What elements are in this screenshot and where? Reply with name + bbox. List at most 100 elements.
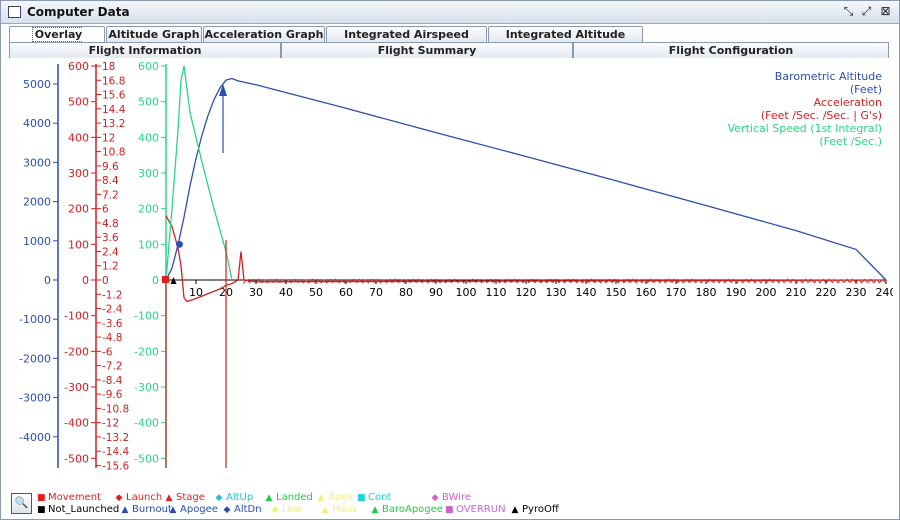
g-tick-label: 9.6 — [102, 161, 119, 173]
minimize-icon[interactable]: ⤡ — [841, 4, 856, 19]
legend-marker-icon: ■ — [357, 493, 366, 503]
g-tick-label: -3.6 — [102, 318, 123, 330]
legend-label: Apex — [328, 492, 354, 503]
tab-integrated-airspeed-graph[interactable]: Integrated Airspeed Graph — [326, 26, 487, 56]
x-tick-label: 160 — [636, 286, 657, 299]
tab-overlay-graph[interactable]: Overlay Graph — [9, 26, 105, 57]
legend-item-apogee: ▲ Apogee — [169, 504, 218, 515]
altitude-tick-label: 3000 — [23, 156, 51, 169]
g-tick-label: -1.2 — [102, 289, 123, 301]
window-icon — [8, 6, 21, 18]
legend-item-stage: ▲ Stage — [165, 492, 205, 503]
subtab-flight-configuration[interactable]: Flight Configuration — [573, 42, 889, 59]
vertical-speed-tick-label: -300 — [134, 381, 159, 394]
tab-label: Acceleration Graph — [204, 28, 324, 41]
legend-marker-icon: ■ — [37, 493, 46, 503]
velocity-tick-label: -100 — [64, 310, 89, 323]
legend-label: Movement — [48, 492, 101, 503]
g-tick-label: 8.4 — [102, 175, 119, 187]
legend-marker-icon: ▲ — [265, 493, 273, 503]
legend-label: Main — [332, 504, 356, 515]
g-tick-label: -6 — [102, 346, 113, 358]
legend-vertical-speed-name: Vertical Speed (1st Integral) — [728, 122, 882, 135]
velocity-tick-label: 400 — [68, 131, 89, 144]
g-tick-label: 13.2 — [102, 118, 125, 130]
close-icon[interactable]: ⊠ — [878, 4, 893, 19]
launch-marker-icon — [162, 276, 169, 283]
g-tick-label: 16.8 — [102, 75, 125, 87]
x-tick-label: 120 — [516, 286, 537, 299]
vertical-speed-tick-label: 200 — [138, 203, 159, 216]
x-tick-label: 140 — [576, 286, 597, 299]
legend-acceleration-name: Acceleration — [814, 96, 882, 109]
legend-vertical-speed-unit: (Feet /Sec.) — [819, 135, 882, 148]
legend-marker-icon: ■ — [37, 505, 46, 515]
g-tick-label: 15.6 — [102, 90, 126, 102]
g-tick-label: -9.6 — [102, 389, 123, 401]
legend-altitude-unit: (Feet) — [850, 83, 882, 96]
legend-label: Launch — [126, 492, 163, 503]
legend-label: Burnout — [132, 504, 172, 515]
vertical-speed-tick-label: 600 — [138, 60, 159, 73]
series-line-vertical-speed-1st-integral- — [165, 65, 233, 281]
legend-label: Low — [282, 504, 302, 515]
legend-item-apex: ▲ Apex — [317, 492, 354, 503]
x-tick-label: 220 — [816, 286, 837, 299]
altitude-tick-label: 1000 — [23, 235, 51, 248]
legend-item-overrun: ■ OVERRUN — [445, 504, 506, 515]
legend-marker-icon: ◆ — [115, 493, 123, 503]
legend-item-launch: ◆ Launch — [115, 492, 163, 503]
velocity-tick-label: -300 — [64, 381, 89, 394]
subtab-flight-information[interactable]: Flight Information — [9, 42, 281, 59]
x-tick-label: 70 — [369, 286, 383, 299]
x-tick-label: 110 — [486, 286, 507, 299]
legend-item-burnout: ▲ Burnout — [121, 504, 172, 515]
legend-item-altdn: ◆ AltDn — [223, 504, 262, 515]
legend-marker-icon: ■ — [445, 505, 454, 515]
legend-label: Not_Launched — [48, 504, 120, 515]
legend-marker-icon: ▲ — [121, 505, 129, 515]
x-tick-label: 50 — [309, 286, 323, 299]
zoom-icon[interactable]: 🔍 — [11, 493, 32, 514]
altitude-tick-label: 2000 — [23, 196, 51, 209]
tab-integrated-altitude-graph[interactable]: Integrated Altitude Graph — [488, 26, 643, 56]
g-tick-label: -13.2 — [102, 432, 129, 444]
legend-label: Landed — [276, 492, 313, 503]
legend-marker-icon: ▲ — [321, 505, 329, 515]
legend-marker-icon: ◆ — [215, 493, 223, 503]
x-tick-label: 90 — [429, 286, 443, 299]
legend-label: OVERRUN — [456, 504, 506, 515]
x-tick-label: 80 — [399, 286, 413, 299]
subtab-flight-summary[interactable]: Flight Summary — [281, 42, 573, 59]
g-tick-label: -8.4 — [102, 375, 123, 387]
title-bar: Computer Data ⤡ ⤢ ⊠ — [1, 1, 899, 24]
velocity-tick-label: -500 — [64, 452, 89, 465]
velocity-tick-label: -400 — [64, 417, 89, 430]
tab-altitude-graph[interactable]: Altitude Graph — [106, 26, 202, 42]
legend-item-movement: ■ Movement — [37, 492, 101, 503]
g-tick-label: -2.4 — [102, 304, 123, 316]
legend-item-pyrooff: ▲ PyroOff — [511, 504, 559, 515]
x-tick-label: 180 — [696, 286, 717, 299]
altitude-tick-label: -4000 — [19, 431, 51, 444]
maximize-icon[interactable]: ⤢ — [859, 4, 874, 19]
altitude-tick-label: 5000 — [23, 78, 51, 91]
legend-label: AltUp — [226, 492, 254, 503]
vertical-speed-tick-label: -500 — [134, 452, 159, 465]
legend-marker-icon: ▲ — [317, 493, 325, 503]
legend-item-bwire: ◆ BWire — [431, 492, 471, 503]
legend-marker-icon: ◆ — [431, 493, 439, 503]
x-tick-label: 40 — [279, 286, 293, 299]
x-tick-label: 150 — [606, 286, 627, 299]
legend-label: Apogee — [180, 504, 218, 515]
legend-item-low: ◆ Low — [271, 504, 302, 515]
legend-item-main: ▲ Main — [321, 504, 356, 515]
legend-marker-icon: ▲ — [511, 505, 519, 515]
x-tick-label: 130 — [546, 286, 567, 299]
tab-acceleration-graph[interactable]: Acceleration Graph — [203, 26, 325, 42]
legend-label: Stage — [176, 492, 205, 503]
x-tick-label: 100 — [456, 286, 477, 299]
g-tick-label: 3.6 — [102, 232, 119, 244]
g-tick-label: 6 — [102, 204, 109, 216]
legend-label: AltDn — [234, 504, 262, 515]
